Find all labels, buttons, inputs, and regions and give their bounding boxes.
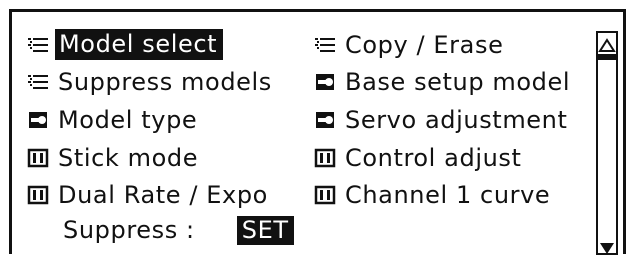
triangle-up-icon[interactable]: [598, 33, 616, 52]
scrollbar[interactable]: [596, 31, 618, 255]
menu-item-label: Suppress models: [58, 68, 272, 97]
menu-item-control-adjust[interactable]: Control adjust: [312, 139, 570, 177]
menu-item-model-select[interactable]: Model select: [25, 26, 272, 64]
suppress-row: Suppress : SET: [63, 212, 294, 248]
menu-item-channel-1-curve[interactable]: Channel 1 curve: [312, 176, 570, 214]
menu-item-label: Copy / Erase: [345, 30, 504, 59]
lcd-screen: Model select Suppress models Model type …: [9, 9, 626, 255]
scrollbar-thumb[interactable]: [598, 54, 616, 60]
list-icon: [25, 32, 50, 57]
airplane-model-icon: [312, 107, 337, 132]
airplane-model-icon: [25, 107, 50, 132]
menu-item-label: Model select: [55, 29, 224, 61]
list-icon: [25, 70, 50, 95]
menu-item-label: Dual Rate / Expo: [58, 181, 268, 210]
suppress-set-button[interactable]: SET: [236, 215, 294, 245]
menu-item-label: Model type: [58, 105, 198, 134]
menu-item-copy-erase[interactable]: Copy / Erase: [312, 26, 570, 64]
menu-column-left: Model select Suppress models Model type …: [25, 26, 272, 214]
transmitter-icon: [25, 183, 50, 208]
menu-item-label: Base setup model: [345, 68, 571, 97]
menu-item-label: Stick mode: [58, 143, 199, 172]
list-icon: [312, 32, 337, 57]
transmitter-icon: [25, 145, 50, 170]
transmitter-icon: [312, 145, 337, 170]
menu-item-servo-adjustment[interactable]: Servo adjustment: [312, 101, 570, 139]
menu-item-label: Servo adjustment: [345, 105, 568, 134]
menu-item-base-setup-model[interactable]: Base setup model: [312, 64, 570, 102]
menu-item-dual-rate-expo[interactable]: Dual Rate / Expo: [25, 176, 272, 214]
menu-item-suppress-models[interactable]: Suppress models: [25, 64, 272, 102]
menu-item-label: Channel 1 curve: [345, 181, 551, 210]
menu-item-label: Control adjust: [345, 143, 522, 172]
menu-item-model-type[interactable]: Model type: [25, 101, 272, 139]
transmitter-icon: [312, 183, 337, 208]
menu-column-right: Copy / Erase Base setup model Servo adju…: [312, 26, 570, 214]
suppress-label: Suppress :: [63, 216, 195, 244]
airplane-model-icon: [312, 70, 337, 95]
triangle-down-icon[interactable]: [598, 235, 616, 254]
menu-item-stick-mode[interactable]: Stick mode: [25, 139, 272, 177]
